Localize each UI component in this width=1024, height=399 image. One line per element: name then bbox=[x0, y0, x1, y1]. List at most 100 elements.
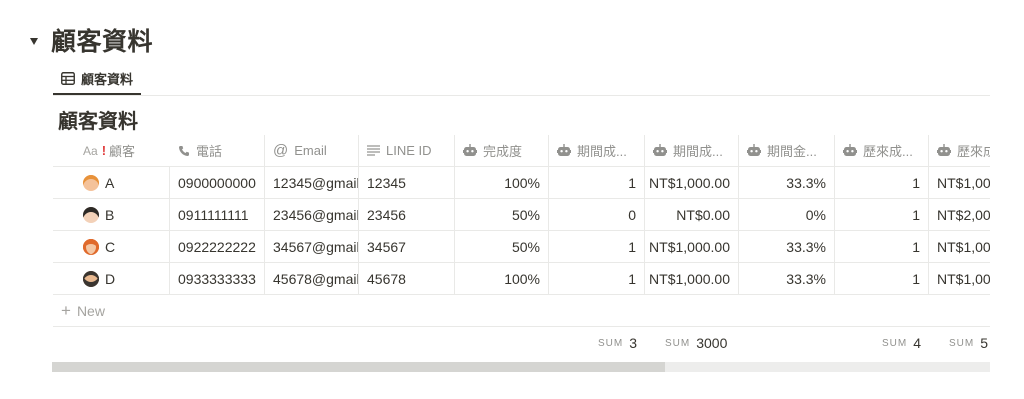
column-header-history-count[interactable]: 歷來成... bbox=[835, 135, 929, 166]
calc-empty[interactable] bbox=[455, 327, 549, 359]
calc-empty[interactable] bbox=[739, 327, 835, 359]
column-header-label: LINE ID bbox=[386, 143, 432, 158]
cell-history-count[interactable]: 1 bbox=[835, 231, 929, 262]
at-icon: @ bbox=[273, 142, 289, 159]
add-new-row-button[interactable]: + New bbox=[53, 295, 990, 327]
table-row[interactable]: B 0911111111 23456@gmail 23456 50% 0 NT$… bbox=[53, 199, 990, 231]
person-orange-hair-icon bbox=[83, 174, 99, 191]
view-tab-table[interactable]: 顧客資料 bbox=[53, 64, 142, 95]
cell-email[interactable]: 45678@gmail bbox=[265, 263, 359, 294]
cell-line-id[interactable]: 23456 bbox=[359, 199, 455, 230]
formula-icon bbox=[653, 144, 667, 157]
sum-value: 3 bbox=[629, 335, 637, 351]
cell-period-amount[interactable]: NT$1,000.00 bbox=[645, 231, 739, 262]
cell-period-amount[interactable]: NT$1,000.00 bbox=[645, 263, 739, 294]
cell-period-amount[interactable]: NT$0.00 bbox=[645, 199, 739, 230]
new-row-label: New bbox=[76, 302, 105, 319]
phone-icon bbox=[178, 145, 190, 157]
column-header-line-id[interactable]: LINE ID bbox=[359, 135, 455, 166]
section-title: 顧客資料 bbox=[51, 28, 154, 56]
column-header-label: 顧客 bbox=[109, 144, 136, 159]
formula-icon bbox=[747, 144, 761, 157]
cell-email[interactable]: 23456@gmail bbox=[265, 199, 359, 230]
column-header-label: 期間成... bbox=[577, 144, 627, 159]
sum-label: SUM bbox=[949, 337, 975, 349]
cell-history-amount[interactable]: NT$1,000 bbox=[929, 263, 990, 294]
cell-completion[interactable]: 50% bbox=[455, 199, 549, 230]
calc-empty[interactable] bbox=[53, 327, 170, 359]
title-aa-icon: Aa bbox=[83, 143, 98, 158]
cell-history-amount[interactable]: NT$2,000 bbox=[929, 199, 990, 230]
cell-period-ratio[interactable]: 33.3% bbox=[739, 231, 835, 262]
row-title: C bbox=[105, 238, 116, 255]
cell-name[interactable]: A bbox=[53, 167, 170, 198]
cell-period-ratio[interactable]: 33.3% bbox=[739, 263, 835, 294]
cell-phone[interactable]: 0900000000 bbox=[170, 167, 265, 198]
database-title[interactable]: 顧客資料 bbox=[58, 105, 138, 134]
toggle-triangle-icon[interactable] bbox=[30, 37, 38, 45]
calc-empty[interactable] bbox=[359, 327, 455, 359]
formula-icon bbox=[557, 144, 571, 157]
column-header-period-count[interactable]: 期間成... bbox=[549, 135, 645, 166]
text-lines-icon bbox=[367, 145, 380, 156]
cell-history-count[interactable]: 1 bbox=[835, 263, 929, 294]
database-table: Aa ! 顧客 電話 @ Email LINE ID 完成度 期間成... 期間… bbox=[53, 135, 990, 359]
section-header: 顧客資料 bbox=[30, 22, 153, 58]
cell-phone[interactable]: 0922222222 bbox=[170, 231, 265, 262]
formula-icon bbox=[937, 144, 951, 157]
table-row[interactable]: A 0900000000 12345@gmail 12345 100% 1 NT… bbox=[53, 167, 990, 199]
calc-sum-period-count[interactable]: SUM 3 bbox=[549, 327, 645, 359]
row-title: D bbox=[105, 270, 116, 287]
calc-empty[interactable] bbox=[170, 327, 265, 359]
column-header-email[interactable]: @ Email bbox=[265, 135, 359, 166]
cell-email[interactable]: 12345@gmail bbox=[265, 167, 359, 198]
cell-name[interactable]: B bbox=[53, 199, 170, 230]
cell-completion[interactable]: 100% bbox=[455, 263, 549, 294]
column-header-completion[interactable]: 完成度 bbox=[455, 135, 549, 166]
cell-period-amount[interactable]: NT$1,000.00 bbox=[645, 167, 739, 198]
cell-period-ratio[interactable]: 33.3% bbox=[739, 167, 835, 198]
column-header-phone[interactable]: 電話 bbox=[170, 135, 265, 166]
plus-icon: + bbox=[61, 300, 71, 320]
column-header-history-amount[interactable]: 歷來成 bbox=[929, 135, 990, 166]
sum-value: 4 bbox=[913, 335, 921, 351]
cell-period-count[interactable]: 1 bbox=[549, 231, 645, 262]
cell-completion[interactable]: 100% bbox=[455, 167, 549, 198]
view-tab-label: 顧客資料 bbox=[81, 72, 134, 87]
cell-history-amount[interactable]: NT$1,000 bbox=[929, 167, 990, 198]
cell-name[interactable]: D bbox=[53, 263, 170, 294]
cell-completion[interactable]: 50% bbox=[455, 231, 549, 262]
cell-history-count[interactable]: 1 bbox=[835, 199, 929, 230]
sum-label: SUM bbox=[881, 337, 908, 349]
column-header-name[interactable]: Aa ! 顧客 bbox=[53, 135, 170, 166]
cell-period-count[interactable]: 0 bbox=[549, 199, 645, 230]
cell-phone[interactable]: 0933333333 bbox=[170, 263, 265, 294]
table-row[interactable]: C 0922222222 34567@gmail 34567 50% 1 NT$… bbox=[53, 231, 990, 263]
column-header-label: Email bbox=[294, 143, 327, 158]
formula-icon bbox=[463, 144, 477, 157]
cell-history-count[interactable]: 1 bbox=[835, 167, 929, 198]
column-header-period-ratio[interactable]: 期間金... bbox=[739, 135, 835, 166]
calc-sum-history-amount[interactable]: SUM 5 bbox=[929, 327, 990, 359]
sum-label: SUM bbox=[665, 337, 691, 349]
cell-email[interactable]: 34567@gmail bbox=[265, 231, 359, 262]
cell-period-count[interactable]: 1 bbox=[549, 167, 645, 198]
cell-period-count[interactable]: 1 bbox=[549, 263, 645, 294]
cell-line-id[interactable]: 45678 bbox=[359, 263, 455, 294]
cell-history-amount[interactable]: NT$1,000 bbox=[929, 231, 990, 262]
person-red-hair-icon bbox=[83, 238, 99, 255]
row-title: B bbox=[105, 206, 115, 223]
sum-value: 5 bbox=[980, 335, 989, 351]
cell-line-id[interactable]: 12345 bbox=[359, 167, 455, 198]
calc-empty[interactable] bbox=[265, 327, 359, 359]
cell-period-ratio[interactable]: 0% bbox=[739, 199, 835, 230]
cell-name[interactable]: C bbox=[53, 231, 170, 262]
column-header-period-amount[interactable]: 期間成... bbox=[645, 135, 739, 166]
cell-phone[interactable]: 0911111111 bbox=[170, 199, 265, 230]
cell-line-id[interactable]: 34567 bbox=[359, 231, 455, 262]
calc-sum-history-count[interactable]: SUM 4 bbox=[835, 327, 929, 359]
table-row[interactable]: D 0933333333 45678@gmail 45678 100% 1 NT… bbox=[53, 263, 990, 295]
calc-sum-period-amount[interactable]: SUM 3000 bbox=[645, 327, 739, 359]
person-beard-icon bbox=[83, 270, 99, 287]
horizontal-scrollbar-thumb[interactable] bbox=[52, 362, 665, 372]
